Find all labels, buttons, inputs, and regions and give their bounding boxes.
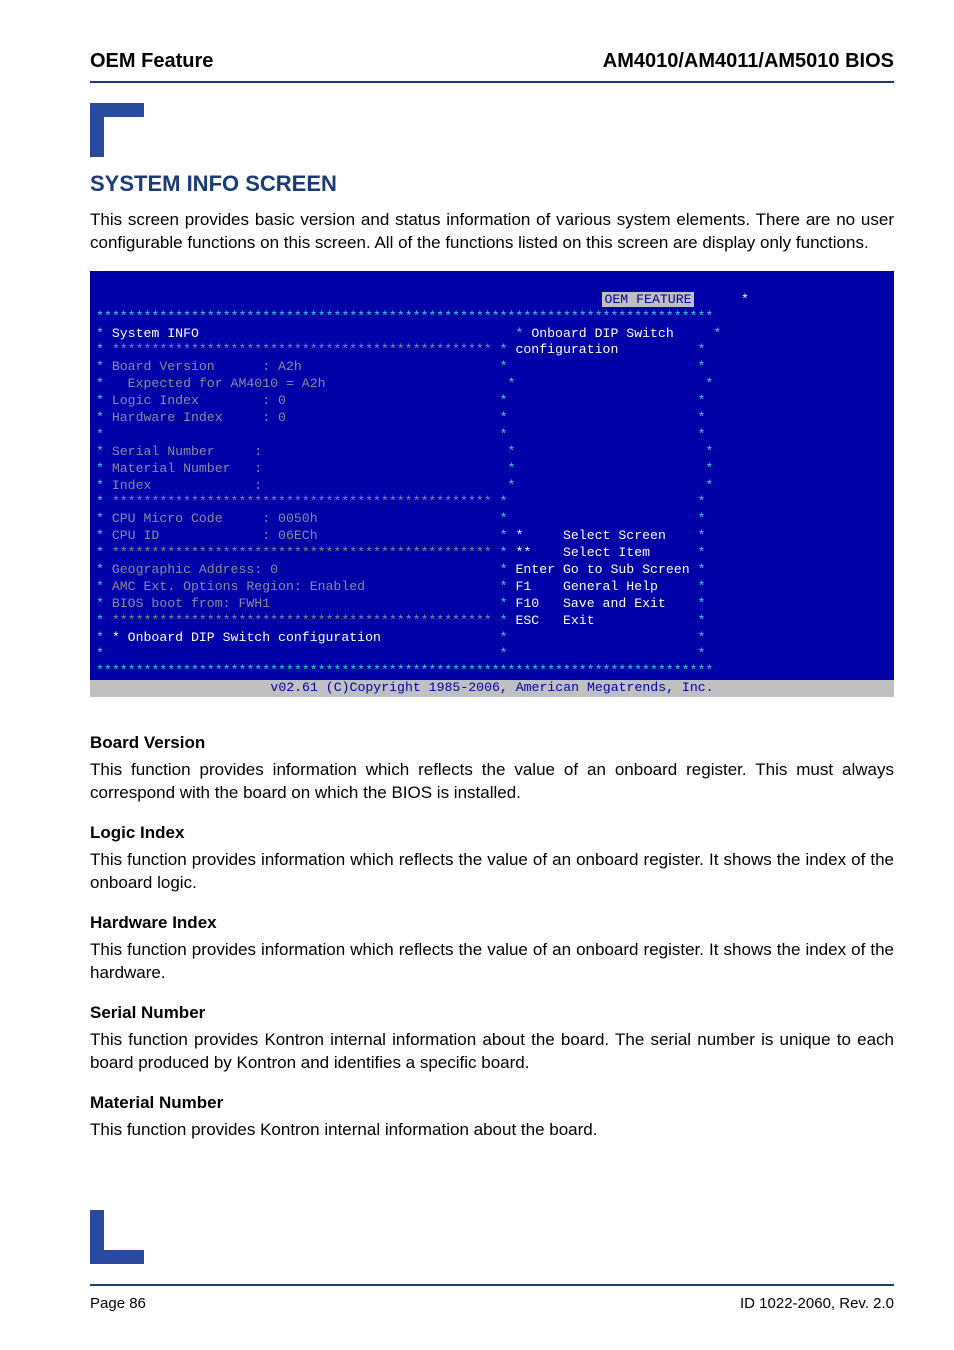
bios-nav-enter: Go to Sub Screen <box>563 562 690 577</box>
sub-hardware-index-h: Hardware Index <box>90 913 894 933</box>
bios-material: Material Number : <box>112 461 262 476</box>
sub-material-number-h: Material Number <box>90 1093 894 1113</box>
bios-screenshot: OEM FEATURE * **************************… <box>90 271 894 697</box>
bios-index: Index : <box>112 478 262 493</box>
footer-right: ID 1022-2060, Rev. 2.0 <box>740 1295 894 1312</box>
page-footer: Page 86 ID 1022-2060, Rev. 2.0 <box>90 1295 894 1312</box>
sub-board-version-h: Board Version <box>90 733 894 753</box>
page-title: SYSTEM INFO SCREEN <box>90 171 894 197</box>
sub-serial-number-p: This function provides Kontron internal … <box>90 1029 894 1075</box>
bios-nav-esc: Exit <box>563 613 595 628</box>
bios-amc: AMC Ext. Options Region: Enabled <box>112 579 365 594</box>
corner-logo-icon <box>90 103 144 157</box>
footer-left: Page 86 <box>90 1295 146 1312</box>
header-right: AM4010/AM4011/AM5010 BIOS <box>603 50 894 73</box>
bios-board-version: Board Version : A2h <box>112 359 302 374</box>
bios-help2: configuration <box>515 342 618 357</box>
bios-geo: Geographic Address: 0 <box>112 562 278 577</box>
bios-nav-selscreen: Select Screen <box>563 528 666 543</box>
bios-tag: OEM FEATURE <box>602 292 693 307</box>
bios-expected: Expected for AM4010 = A2h <box>112 376 326 391</box>
bios-section-title: System INFO <box>112 326 199 341</box>
sub-logic-index-h: Logic Index <box>90 823 894 843</box>
bios-nav-f10: Save and Exit <box>563 596 666 611</box>
intro-paragraph: This screen provides basic version and s… <box>90 209 894 255</box>
bios-cpu-id: CPU ID : 06ECh <box>112 528 318 543</box>
sub-serial-number-h: Serial Number <box>90 1003 894 1023</box>
bios-boot: BIOS boot from: FWH1 <box>112 596 270 611</box>
bios-help1: Onboard DIP Switch <box>531 326 673 341</box>
page-header: OEM Feature AM4010/AM4011/AM5010 BIOS <box>90 50 894 73</box>
sub-material-number-p: This function provides Kontron internal … <box>90 1119 894 1142</box>
bios-dip-sub: * Onboard DIP Switch configuration <box>112 630 381 645</box>
bios-nav-selitem: Select Item <box>563 545 650 560</box>
bios-serial: Serial Number : <box>112 444 262 459</box>
bios-footer: v02.61 (C)Copyright 1985-2006, American … <box>90 680 894 697</box>
bios-hardware-index: Hardware Index : 0 <box>112 410 286 425</box>
sub-hardware-index-p: This function provides information which… <box>90 939 894 985</box>
bios-nav-f1: General Help <box>563 579 658 594</box>
sub-logic-index-p: This function provides information which… <box>90 849 894 895</box>
header-rule <box>90 81 894 83</box>
sub-board-version-p: This function provides information which… <box>90 759 894 805</box>
header-left: OEM Feature <box>90 50 213 73</box>
bios-logic-index: Logic Index : 0 <box>112 393 286 408</box>
footer-corner-icon <box>90 1210 144 1264</box>
bios-cpu-micro: CPU Micro Code : 0050h <box>112 511 318 526</box>
footer-rule <box>90 1284 894 1286</box>
